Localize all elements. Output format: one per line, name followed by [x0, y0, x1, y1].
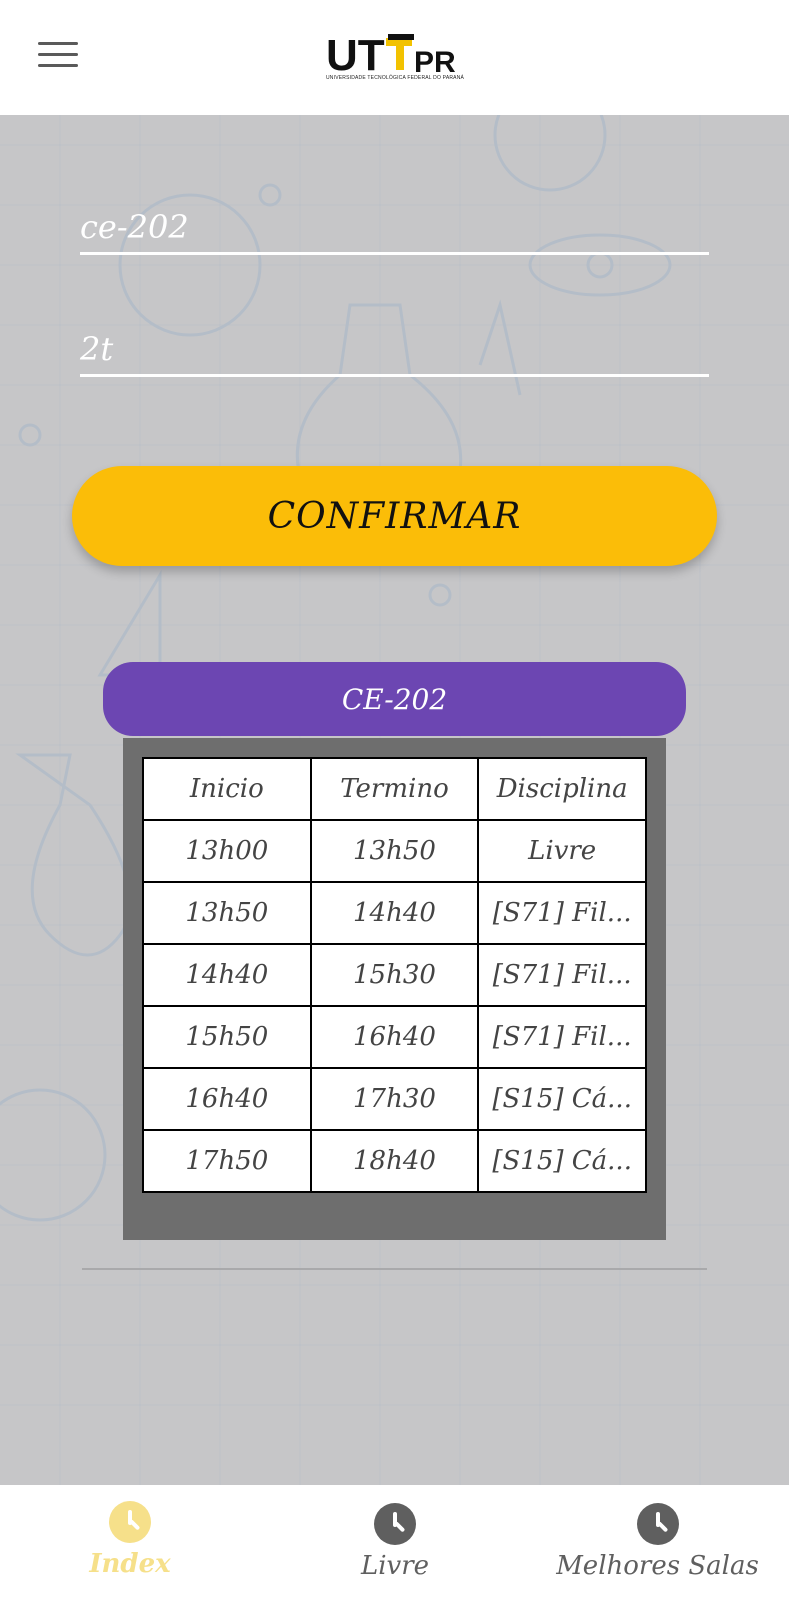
cell-end: 14h40: [309, 881, 480, 945]
room-title-badge: CE-202: [103, 662, 686, 736]
cell-subject: Livre: [477, 819, 647, 883]
schedule-table: Inicio Termino Disciplina 13h00 13h50 Li…: [142, 757, 647, 1193]
cell-start: 13h50: [142, 881, 312, 945]
table-row: 13h50 14h40 [S71] Fil...: [142, 881, 647, 945]
table-row: 13h00 13h50 Livre: [142, 819, 647, 883]
nav-tab-livre[interactable]: Livre: [330, 1485, 460, 1600]
cell-start: 13h00: [142, 819, 312, 883]
cell-end: 17h30: [309, 1067, 480, 1131]
cell-subject: [S15] Cá...: [477, 1129, 647, 1193]
cell-subject: [S71] Fil...: [477, 943, 647, 1007]
section-divider: [82, 1268, 707, 1270]
table-row: 17h50 18h40 [S15] Cá...: [142, 1129, 647, 1193]
clock-icon: [374, 1503, 416, 1545]
column-header-end: Termino: [309, 757, 480, 821]
nav-tab-index[interactable]: Index: [60, 1485, 200, 1600]
utfpr-logo: UT PR UNIVERSIDADE TECNOLÓGICA FEDERAL D…: [326, 31, 465, 84]
table-header-row: Inicio Termino Disciplina: [142, 757, 647, 821]
hamburger-menu-icon[interactable]: [38, 42, 78, 72]
logo-subtitle: UNIVERSIDADE TECNOLÓGICA FEDERAL DO PARA…: [326, 75, 465, 81]
nav-tab-label: Livre: [360, 1551, 430, 1581]
column-header-start: Inicio: [142, 757, 312, 821]
cell-subject: [S71] Fil...: [477, 881, 647, 945]
cell-end: 13h50: [309, 819, 480, 883]
schedule-table-frame: Inicio Termino Disciplina 13h00 13h50 Li…: [123, 738, 666, 1240]
table-row: 15h50 16h40 [S71] Fil...: [142, 1005, 647, 1069]
cell-start: 17h50: [142, 1129, 312, 1193]
nav-tab-melhores-salas[interactable]: Melhores Salas: [545, 1485, 770, 1600]
cell-start: 16h40: [142, 1067, 312, 1131]
room-input[interactable]: ce-202: [80, 205, 709, 255]
shift-input[interactable]: 2t: [80, 327, 709, 377]
svg-text:PR: PR: [414, 46, 456, 76]
clock-icon: [636, 1503, 679, 1545]
cell-start: 15h50: [142, 1005, 312, 1069]
clock-icon: [109, 1501, 151, 1543]
cell-end: 18h40: [309, 1129, 480, 1193]
app-header: UT PR UNIVERSIDADE TECNOLÓGICA FEDERAL D…: [0, 0, 789, 115]
cell-subject: [S15] Cá...: [477, 1067, 647, 1131]
cell-subject: [S71] Fil...: [477, 1005, 647, 1069]
nav-tab-label: Index: [89, 1549, 171, 1579]
bottom-navigation: Index Livre Melhores Salas: [0, 1485, 789, 1600]
confirm-button[interactable]: CONFIRMAR: [72, 466, 717, 566]
table-row: 14h40 15h30 [S71] Fil...: [142, 943, 647, 1007]
nav-tab-label: Melhores Salas: [556, 1551, 759, 1581]
utfpr-logo-mark: UT PR: [326, 31, 456, 80]
cell-end: 15h30: [309, 943, 480, 1007]
cell-end: 16h40: [309, 1005, 480, 1069]
cell-start: 14h40: [142, 943, 312, 1007]
svg-text:UT: UT: [326, 32, 385, 76]
table-row: 16h40 17h30 [S15] Cá...: [142, 1067, 647, 1131]
column-header-subject: Disciplina: [477, 757, 647, 821]
